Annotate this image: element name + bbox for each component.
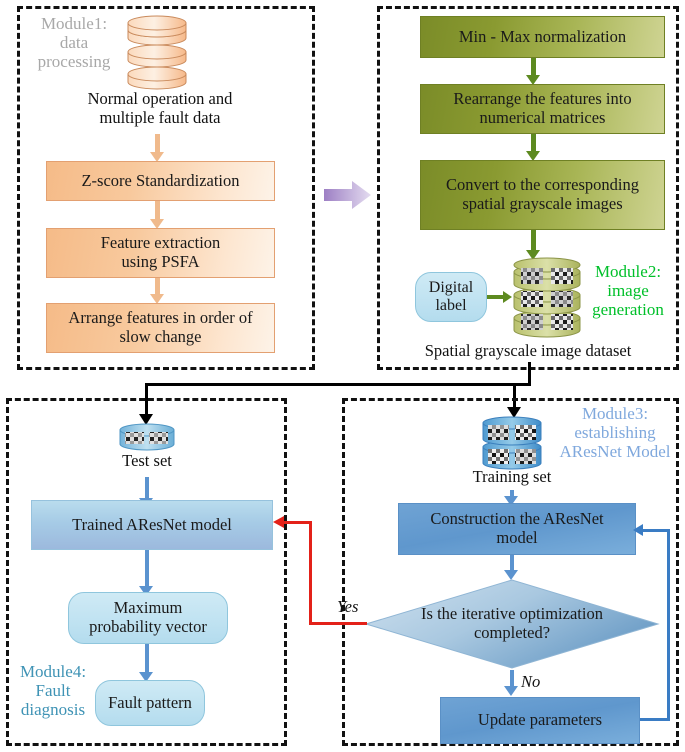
training-set-cylinder bbox=[480, 413, 544, 471]
grayscale-dataset-cylinder bbox=[511, 256, 583, 340]
minmax-box: Min - Max normalization bbox=[420, 16, 665, 58]
bus-horizontal bbox=[145, 383, 531, 386]
feedback-loop-top bbox=[642, 529, 670, 532]
module1-to-module2-arrow bbox=[324, 180, 372, 210]
arrowhead-feedback-to-construct bbox=[633, 524, 643, 536]
trained-aresnet-box: Trained AResNet model bbox=[31, 500, 273, 550]
feedback-loop-bottom bbox=[640, 718, 670, 721]
flowchart-canvas: Module1: data processing Normal operatio… bbox=[0, 0, 685, 752]
digital-label-box: Digital label bbox=[415, 272, 487, 322]
connector-source-to-zscore bbox=[155, 134, 160, 154]
no-label: No bbox=[521, 672, 541, 691]
module3-label: Module3: establishing AResNet Model bbox=[559, 404, 671, 462]
yes-path-vertical bbox=[309, 521, 312, 625]
test-set-cylinder bbox=[118, 421, 176, 453]
training-set-caption: Training set bbox=[472, 467, 552, 486]
feature-extraction-box: Feature extraction using PSFA bbox=[46, 228, 275, 278]
maximum-probability-box: Maximum probability vector bbox=[68, 592, 228, 644]
yes-path-bottom bbox=[309, 622, 367, 625]
fault-pattern-box: Fault pattern bbox=[95, 680, 205, 726]
zscore-box: Z-score Standardization bbox=[46, 161, 275, 201]
arrowhead-decision-to-update bbox=[504, 686, 518, 696]
test-set-caption: Test set bbox=[122, 451, 172, 470]
feedback-loop-right bbox=[667, 529, 670, 721]
decision-text: Is the iterative optimization completed? bbox=[421, 604, 603, 642]
rearrange-box: Rearrange the features into numerical ma… bbox=[420, 84, 665, 134]
source-data-cylinder bbox=[124, 12, 190, 90]
construct-aresnet-box: Construction the AResNet model bbox=[398, 503, 636, 555]
bus-vertical-from-module2 bbox=[528, 362, 531, 383]
module1-label: Module1: data processing bbox=[37, 14, 111, 72]
iterative-optimization-decision: Is the iterative optimization completed? bbox=[364, 578, 660, 670]
connector-convert-to-dataset bbox=[531, 230, 536, 252]
connector-zscore-to-feature bbox=[155, 201, 160, 221]
arrowhead-yes-to-trained-model bbox=[273, 516, 284, 528]
grayscale-dataset-caption: Spatial grayscale image dataset bbox=[424, 341, 632, 360]
connector-trained-to-maxprob bbox=[145, 550, 149, 588]
yes-path-top bbox=[284, 521, 312, 524]
connector-testset-to-trained bbox=[145, 477, 149, 500]
yes-label: Yes bbox=[337, 597, 359, 616]
source-data-caption: Normal operation and multiple fault data bbox=[87, 89, 233, 127]
module2-label: Module2: image generation bbox=[592, 262, 664, 320]
arrange-features-box: Arrange features in order of slow change bbox=[46, 303, 275, 353]
update-parameters-box: Update parameters bbox=[440, 697, 640, 744]
convert-grayscale-box: Convert to the corresponding spatial gra… bbox=[420, 160, 665, 230]
connector-maxprob-to-fault bbox=[145, 644, 149, 674]
module4-label: Module4: Fault diagnosis bbox=[19, 662, 87, 720]
